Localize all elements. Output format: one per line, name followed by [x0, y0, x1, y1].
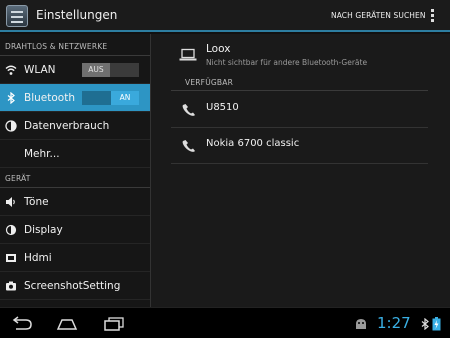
local-device-entry[interactable]: Loox Nicht sichtbar für andere Bluetooth… [171, 40, 428, 76]
brightness-icon [5, 224, 17, 236]
camera-icon [6, 281, 16, 291]
sidebar-item-data-usage[interactable]: Datenverbrauch [0, 112, 150, 140]
bluetooth-icon [7, 92, 15, 104]
sidebar-item-label: Display [24, 224, 63, 236]
wlan-toggle[interactable]: AUS [82, 63, 139, 77]
toggle-state: AN [111, 91, 139, 105]
recent-apps-icon[interactable] [103, 316, 125, 332]
battery-charging-icon [432, 317, 441, 331]
sidebar-item-label: Hdmi [24, 252, 52, 264]
phone-icon [182, 104, 195, 116]
section-header-device: GERÄT [0, 168, 150, 188]
device-list-item[interactable]: U8510 [171, 92, 428, 128]
sidebar-item-label: Bluetooth [24, 92, 75, 104]
home-icon[interactable] [56, 316, 78, 332]
android-debug-icon [356, 319, 366, 329]
data-usage-icon [5, 120, 17, 132]
toggle-state: AUS [82, 63, 110, 77]
local-device-name: Loox [206, 43, 231, 55]
overflow-menu-icon[interactable] [429, 9, 435, 23]
bluetooth-status-icon [421, 318, 429, 330]
back-icon[interactable] [10, 316, 34, 332]
page-title: Einstellungen [36, 8, 118, 22]
phone-icon [182, 140, 195, 152]
sidebar-item-screenshot[interactable]: ScreenshotSetting [0, 272, 150, 300]
sidebar-item-bluetooth[interactable]: Bluetooth AN [0, 84, 150, 112]
settings-app-icon[interactable] [6, 5, 28, 27]
speaker-icon [6, 197, 15, 207]
wifi-icon [5, 65, 17, 75]
device-list-item[interactable]: Nokia 6700 classic [171, 128, 428, 164]
clock: 1:27 [377, 314, 411, 332]
available-devices-header: VERFÜGBAR [171, 78, 428, 91]
settings-list: DRAHTLOS & NETZWERKE WLAN AUS Bluetooth … [0, 34, 150, 307]
bluetooth-detail-pane: Loox Nicht sichtbar für andere Bluetooth… [151, 34, 450, 307]
sidebar-item-more[interactable]: Mehr... [0, 140, 150, 168]
sidebar-item-label: Mehr... [24, 148, 60, 160]
action-bar: Einstellungen NACH GERÄTEN SUCHEN [0, 0, 450, 32]
hdmi-icon [6, 254, 16, 262]
system-navigation-bar: 1:27 [0, 307, 450, 338]
search-devices-button[interactable]: NACH GERÄTEN SUCHEN [331, 11, 426, 20]
device-name: Nokia 6700 classic [206, 138, 300, 149]
section-header-wireless: DRAHTLOS & NETZWERKE [0, 34, 150, 56]
sidebar-item-hdmi[interactable]: Hdmi [0, 244, 150, 272]
bluetooth-toggle[interactable]: AN [82, 91, 139, 105]
device-name: U8510 [206, 102, 239, 113]
local-device-visibility: Nicht sichtbar für andere Bluetooth-Gerä… [206, 58, 368, 67]
sidebar-item-wlan[interactable]: WLAN AUS [0, 56, 150, 84]
laptop-icon [179, 48, 197, 61]
sidebar-item-label: Datenverbrauch [24, 120, 110, 132]
sidebar-item-label: Töne [24, 196, 49, 208]
sidebar-item-display[interactable]: Display [0, 216, 150, 244]
sidebar-item-label: ScreenshotSetting [24, 280, 121, 292]
sidebar-item-sounds[interactable]: Töne [0, 188, 150, 216]
sidebar-item-label: WLAN [24, 64, 56, 76]
